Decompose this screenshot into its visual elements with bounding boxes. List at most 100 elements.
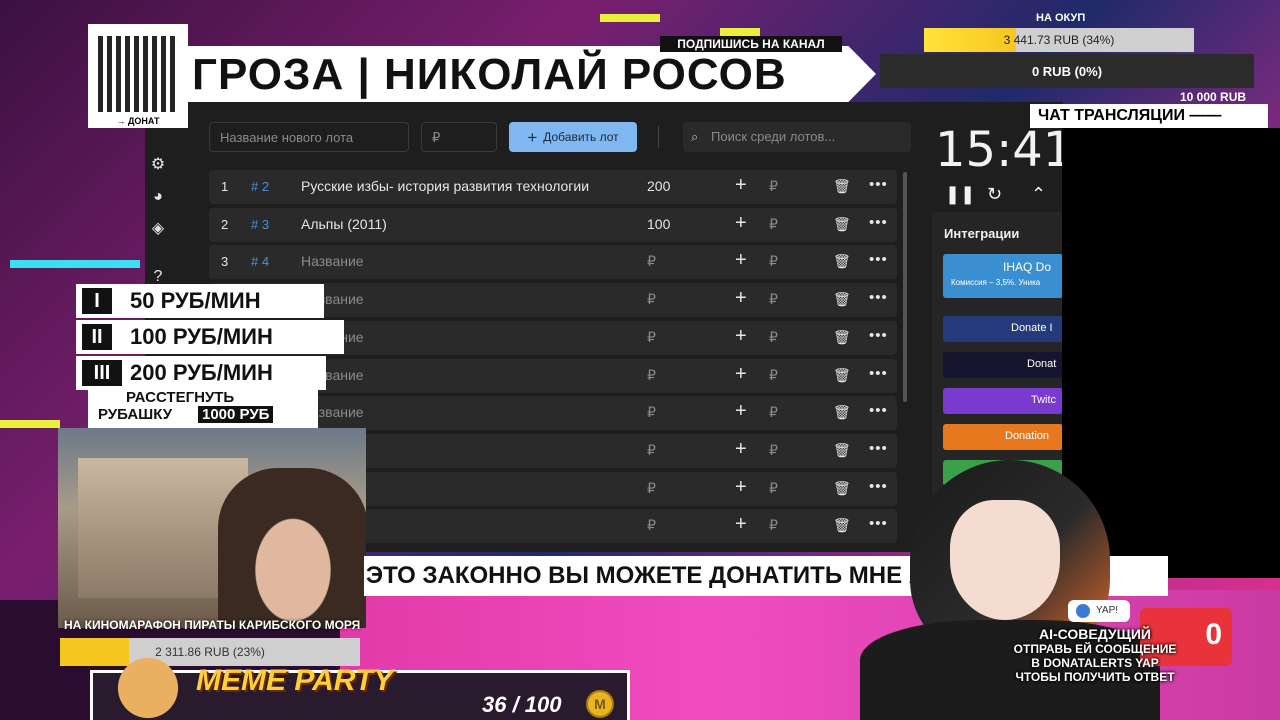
lot-id-link[interactable]: # 2 — [251, 179, 269, 194]
integration-donate-x-label: Donat — [1027, 358, 1057, 370]
lot-id-link[interactable]: # 3 — [251, 217, 269, 232]
ai-cohost-info: AI-СОВЕДУЩИЙ ОТПРАВЬ ЕЙ СООБЩЕНИЕ В DONA… — [1000, 626, 1190, 688]
lot-price-input[interactable]: ₽ — [421, 122, 497, 152]
add-amount-icon[interactable]: + — [735, 212, 747, 235]
pause-icon[interactable]: ❚❚ — [945, 184, 975, 205]
integration-donationalerts[interactable]: Donation — [943, 424, 1063, 450]
trash-icon[interactable]: 🗑 — [833, 442, 851, 459]
lot-index: 2 — [221, 216, 229, 232]
ruble-icon: ₽ — [769, 178, 778, 194]
integration-twitch[interactable]: Twitc — [943, 388, 1063, 414]
layers-icon[interactable]: ◈ — [149, 220, 167, 238]
add-amount-icon[interactable]: + — [735, 400, 747, 423]
add-amount-icon[interactable]: + — [735, 249, 747, 272]
add-amount-icon[interactable]: + — [735, 363, 747, 386]
add-amount-icon[interactable]: + — [735, 287, 747, 310]
integration-donate-x[interactable]: Donat — [943, 352, 1063, 378]
meme-party-title: MEME PARTY — [196, 664, 394, 697]
ai-line-3: ЧТОБЫ ПОЛУЧИТЬ ОТВЕТ — [1015, 670, 1175, 684]
search-input[interactable]: ⌕ Поиск среди лотов... — [683, 122, 911, 152]
lot-row[interactable]: 3 # 4 Название ₽ + ₽ 🗑 ••• — [209, 245, 897, 280]
integration-donate-hub-label: Donate I — [1011, 322, 1053, 334]
ruble-icon: ₽ — [769, 366, 778, 383]
lot-amount-field[interactable]: 200 — [647, 178, 670, 194]
trash-icon[interactable]: 🗑 — [833, 178, 851, 195]
goal-label: НА ОКУП — [1036, 12, 1086, 24]
ai-line-2: В DONATALERTS YAP — [1031, 656, 1159, 670]
add-amount-icon[interactable]: + — [735, 438, 747, 461]
chat-title: ЧАТ ТРАНСЛЯЦИИ —— — [1030, 104, 1268, 128]
shirt-offer: РАССТЕГНУТЬ РУБАШКУ 1000 РУБ — [88, 388, 318, 428]
lot-amount-field[interactable]: ₽ — [647, 253, 656, 270]
add-amount-icon[interactable]: + — [735, 513, 747, 536]
lot-index: 1 — [221, 179, 229, 194]
shirt-price: 1000 РУБ — [198, 406, 274, 423]
more-options-icon[interactable]: ••• — [869, 327, 888, 344]
lot-row[interactable]: 2 # 3 Альпы (2011) 100 + ₽ 🗑 ••• — [209, 207, 897, 242]
lot-amount-field[interactable]: ₽ — [647, 480, 656, 497]
lot-amount-field[interactable]: ₽ — [647, 517, 656, 534]
more-options-icon[interactable]: ••• — [869, 289, 888, 306]
tier-1-number: I — [82, 288, 112, 314]
more-options-icon[interactable]: ••• — [869, 214, 888, 231]
gear-icon[interactable]: ⚙ — [149, 156, 167, 174]
qr-code-box[interactable]: → ДОНАТ — [88, 24, 188, 128]
marathon-progress-bar: 2 311.86 RUB (23%) — [60, 638, 360, 666]
lot-index: 3 — [221, 254, 229, 270]
lot-amount-field[interactable]: ₽ — [647, 329, 656, 346]
trash-icon[interactable]: 🗑 — [833, 216, 851, 233]
lot-amount-field[interactable]: ₽ — [647, 367, 656, 384]
integration-ihaq[interactable]: IHAQ Do Комиссия – 3,5%. Уника — [943, 254, 1063, 298]
ruble-icon: ₽ — [769, 479, 778, 496]
trash-icon[interactable]: 🗑 — [833, 367, 851, 384]
yap-badge: YAP! — [1068, 600, 1130, 622]
trash-icon[interactable]: 🗑 — [833, 404, 851, 421]
integrations-title: Интеграции — [944, 226, 1020, 241]
trash-icon[interactable]: 🗑 — [833, 253, 851, 270]
ruble-icon: ₽ — [769, 291, 778, 308]
stream-title: ГРОЗА | НИКОЛАЙ РОСОВ — [192, 50, 787, 99]
lot-row[interactable]: 1 # 2 Русские избы- история развития техно… — [209, 170, 897, 204]
add-amount-icon[interactable]: + — [735, 325, 747, 348]
sidebar: ⚙ ◕ ◈ ? — [145, 142, 169, 302]
trash-icon[interactable]: 🗑 — [833, 329, 851, 346]
add-amount-icon[interactable]: + — [735, 476, 747, 499]
lot-name-input[interactable]: Название нового лота — [209, 122, 409, 152]
doge-icon — [110, 656, 186, 720]
shirt-line-1: РАССТЕГНУТЬ — [126, 389, 235, 406]
integration-donate-hub[interactable]: Donate I — [943, 316, 1063, 342]
meme-counter: 36 / 100 — [482, 692, 562, 717]
more-options-icon[interactable]: ••• — [869, 251, 888, 268]
ruble-icon: ₽ — [769, 404, 778, 421]
lot-name-field[interactable]: Альпы (2011) — [301, 216, 387, 232]
pie-chart-icon[interactable]: ◕ — [149, 188, 167, 206]
lot-amount-field[interactable]: ₽ — [647, 442, 656, 459]
more-options-icon[interactable]: ••• — [869, 365, 888, 382]
chevron-up-icon[interactable]: ⌃ — [1031, 184, 1046, 205]
reset-icon[interactable]: ↻ — [987, 184, 1002, 205]
lot-amount-field[interactable]: ₽ — [647, 291, 656, 308]
lot-amount-field[interactable]: ₽ — [647, 404, 656, 421]
more-options-icon[interactable]: ••• — [869, 402, 888, 419]
chat-bubble-icon — [1076, 604, 1090, 618]
ruble-icon: ₽ — [769, 253, 778, 270]
ruble-icon: ₽ — [769, 328, 778, 345]
add-lot-label: Добавить лот — [543, 130, 619, 144]
plus-icon: + — [527, 127, 538, 147]
add-amount-icon[interactable]: + — [735, 174, 747, 197]
more-options-icon[interactable]: ••• — [869, 176, 888, 193]
trash-icon[interactable]: 🗑 — [833, 291, 851, 308]
add-lot-button[interactable]: + Добавить лот — [509, 122, 637, 152]
goal-target: 10 000 RUB — [1180, 90, 1247, 104]
lot-amount-field[interactable]: 100 — [647, 216, 670, 232]
lot-list-scrollbar[interactable] — [903, 172, 907, 402]
integration-twitch-label: Twitc — [1031, 394, 1057, 406]
tier-3-text: 200 РУБ/МИН — [130, 360, 273, 385]
more-options-icon[interactable]: ••• — [869, 440, 888, 457]
lot-name-field[interactable]: Русские избы- история развития технологи… — [301, 178, 589, 194]
lot-name-field[interactable]: Название — [301, 253, 364, 269]
tier-1-text: 50 РУБ/МИН — [130, 288, 261, 313]
lot-id-link[interactable]: # 4 — [251, 254, 269, 269]
tier-1: I 50 РУБ/МИН — [76, 284, 324, 318]
timer-display: 15:41 — [935, 122, 1074, 178]
